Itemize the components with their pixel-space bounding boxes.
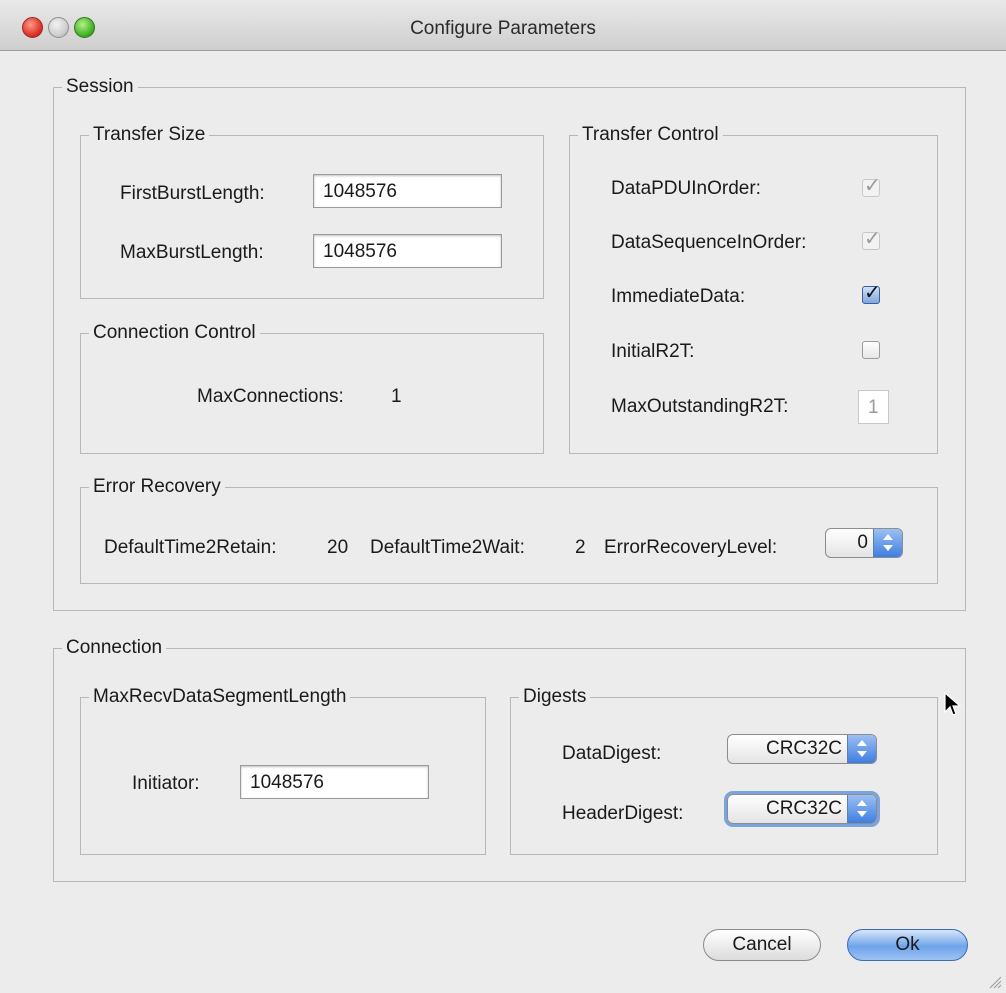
default-time2wait-value: 2 — [575, 537, 586, 558]
max-connections-value: 1 — [391, 386, 402, 407]
error-recovery-level-label: ErrorRecoveryLevel: — [604, 537, 778, 558]
resize-grip-icon[interactable] — [988, 975, 1002, 989]
error-recovery-level-value: 0 — [857, 532, 868, 553]
default-time2retain-value: 20 — [327, 537, 349, 558]
chevron-up-down-icon — [847, 735, 876, 763]
data-pdu-in-order-label: DataPDUInOrder: — [611, 178, 761, 199]
data-digest-select[interactable]: CRC32C — [727, 734, 877, 764]
initiator-field[interactable]: 1048576 — [240, 765, 429, 799]
digests-legend: Digests — [519, 686, 591, 708]
connection-control-legend: Connection Control — [89, 322, 260, 344]
max-recv-data-segment-legend: MaxRecvDataSegmentLength — [89, 686, 351, 708]
header-digest-label: HeaderDigest: — [562, 803, 684, 824]
initial-r2t-checkbox[interactable] — [862, 341, 880, 359]
digests-group: Digests — [510, 686, 938, 855]
immediate-data-label: ImmediateData: — [611, 286, 746, 307]
mouse-pointer-icon — [944, 692, 962, 716]
session-legend: Session — [62, 76, 138, 98]
transfer-size-legend: Transfer Size — [89, 124, 210, 146]
error-recovery-group: Error Recovery — [80, 476, 938, 584]
checkmark-icon: ✓ — [864, 280, 881, 304]
header-digest-select[interactable]: CRC32C — [727, 794, 877, 824]
max-burst-length-label: MaxBurstLength: — [120, 242, 264, 263]
data-digest-label: DataDigest: — [562, 743, 662, 764]
transfer-size-group: Transfer Size — [80, 124, 544, 299]
initiator-label: Initiator: — [132, 773, 200, 794]
window-title: Configure Parameters — [410, 18, 596, 39]
cancel-button[interactable]: Cancel — [703, 929, 821, 961]
first-burst-length-field[interactable]: 1048576 — [313, 174, 502, 208]
default-time2retain-label: DefaultTime2Retain: — [104, 537, 277, 558]
first-burst-length-label: FirstBurstLength: — [120, 183, 265, 204]
transfer-control-legend: Transfer Control — [578, 124, 723, 146]
chevron-up-down-icon — [847, 795, 876, 823]
max-connections-label: MaxConnections: — [197, 386, 344, 407]
immediate-data-checkbox[interactable]: ✓ — [862, 281, 881, 304]
data-digest-value: CRC32C — [765, 738, 842, 759]
header-digest-value: CRC32C — [765, 798, 842, 819]
ok-button[interactable]: Ok — [847, 929, 968, 961]
initial-r2t-label: InitialR2T: — [611, 341, 695, 362]
max-outstanding-r2t-label: MaxOutstandingR2T: — [611, 396, 789, 417]
data-sequence-in-order-label: DataSequenceInOrder: — [611, 232, 807, 253]
checkmark-icon: ✓ — [864, 226, 881, 250]
error-recovery-legend: Error Recovery — [89, 476, 225, 498]
data-sequence-in-order-checkbox[interactable]: ✓ — [862, 227, 881, 250]
chevron-up-down-icon — [873, 529, 902, 557]
title-bar: Configure Parameters — [0, 0, 1006, 51]
data-pdu-in-order-checkbox[interactable]: ✓ — [862, 174, 881, 197]
connection-legend: Connection — [62, 637, 167, 659]
max-outstanding-r2t-field[interactable]: 1 — [858, 390, 889, 424]
max-burst-length-field[interactable]: 1048576 — [313, 234, 502, 268]
default-time2wait-label: DefaultTime2Wait: — [370, 537, 525, 558]
checkmark-icon: ✓ — [864, 173, 881, 197]
error-recovery-level-select[interactable]: 0 — [825, 528, 903, 558]
